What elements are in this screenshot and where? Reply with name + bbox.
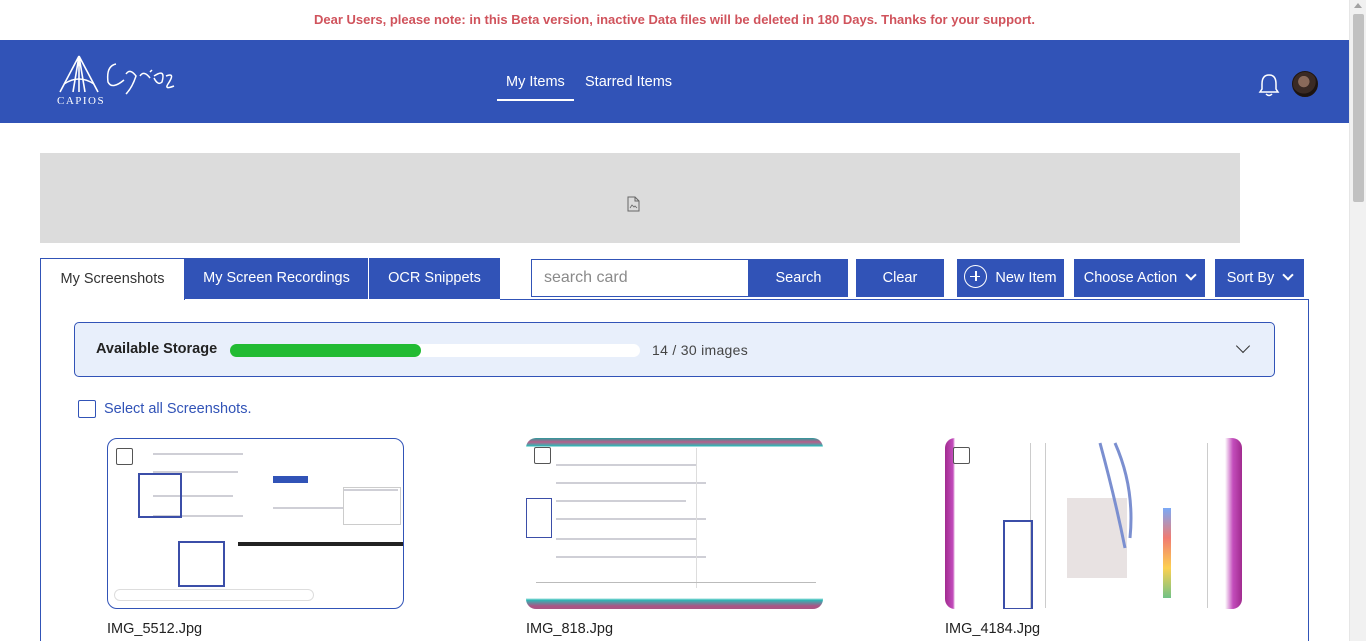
tab-my-screenshots[interactable]: My Screenshots: [40, 258, 185, 300]
thumb-line: [556, 500, 686, 502]
beta-notice: Dear Users, please note: in this Beta ve…: [313, 12, 1035, 27]
storage-progress-track: [230, 344, 640, 357]
thumb-stroke: [1098, 442, 1133, 549]
new-item-label: New Item: [995, 270, 1057, 286]
capios-logo[interactable]: CAPIOS: [54, 54, 184, 108]
thumb-line: [556, 556, 706, 558]
thumb-line: [556, 482, 706, 484]
ad-banner: [40, 153, 1240, 243]
thumb-taskbar: [238, 542, 403, 546]
nav-tab-my-items[interactable]: My Items: [497, 74, 574, 101]
storage-count: 14 / 30 images: [652, 342, 749, 358]
navbar: CAPIOS My Items Starred Items: [0, 40, 1349, 123]
thumb-highlight-box: [1003, 520, 1033, 609]
card-checkbox[interactable]: [953, 447, 970, 464]
thumb-highlight-box: [526, 498, 552, 538]
avatar[interactable]: [1292, 71, 1318, 97]
available-storage[interactable]: Available Storage 14 / 30 images: [74, 322, 1275, 377]
thumb-line: [153, 453, 243, 455]
thumb-searchbar: [536, 582, 816, 583]
thumb-highlight-box: [178, 541, 225, 587]
new-item-button[interactable]: New Item: [957, 259, 1064, 297]
broken-image-icon: [627, 196, 640, 212]
tab-ocr-snippets[interactable]: OCR Snippets: [369, 258, 500, 299]
card-checkbox[interactable]: [116, 448, 133, 465]
choose-action-label: Choose Action: [1083, 270, 1178, 286]
search-input[interactable]: search card: [531, 259, 749, 297]
choose-action-dropdown[interactable]: Choose Action: [1074, 259, 1205, 297]
chevron-down-icon: [1282, 269, 1294, 281]
scroll-thumb[interactable]: [1353, 14, 1364, 202]
storage-progress-fill: [230, 344, 422, 357]
thumb-line: [556, 518, 706, 520]
bell-icon[interactable]: [1256, 72, 1282, 98]
chevron-down-icon[interactable]: [1235, 338, 1251, 354]
chevron-down-icon: [1185, 269, 1197, 281]
page: Dear Users, please note: in this Beta ve…: [0, 0, 1366, 641]
card-name[interactable]: IMG_5512.Jpg: [107, 621, 202, 637]
thumb-divider: [1207, 443, 1208, 608]
card-name[interactable]: IMG_818.Jpg: [526, 621, 613, 637]
screenshot-card[interactable]: [526, 438, 823, 609]
thumb-line: [556, 538, 696, 540]
tab-my-screen-recordings[interactable]: My Screen Recordings: [185, 258, 368, 299]
card-name[interactable]: IMG_4184.Jpg: [945, 621, 1040, 637]
scroll-up-icon[interactable]: [1354, 3, 1362, 8]
screenshot-card[interactable]: [945, 438, 1242, 609]
thumb-highlight-box: [138, 473, 182, 518]
clear-button[interactable]: Clear: [856, 259, 944, 297]
thumb-line: [273, 507, 343, 509]
storage-label: Available Storage: [96, 341, 218, 357]
thumb-divider: [696, 448, 697, 588]
thumb-line: [556, 464, 696, 466]
screenshot-card[interactable]: [107, 438, 404, 609]
sort-by-label: Sort By: [1226, 270, 1275, 286]
thumb-searchbar: [114, 589, 314, 601]
page-scrollbar[interactable]: [1349, 0, 1366, 641]
thumb-button: [273, 476, 308, 483]
card-checkbox[interactable]: [534, 447, 551, 464]
plus-circle-icon: [964, 264, 988, 288]
search-button[interactable]: Search: [749, 259, 848, 297]
thumb-divider: [1045, 443, 1046, 608]
sort-by-dropdown[interactable]: Sort By: [1215, 259, 1304, 297]
select-all-checkbox[interactable]: [78, 400, 96, 418]
thumb-logo-strip: [1163, 508, 1171, 598]
logo-text: CAPIOS: [57, 95, 105, 107]
select-all-label[interactable]: Select all Screenshots.: [104, 401, 252, 417]
thumb-dialog: [343, 487, 401, 525]
nav-tab-starred-items[interactable]: Starred Items: [585, 74, 672, 90]
